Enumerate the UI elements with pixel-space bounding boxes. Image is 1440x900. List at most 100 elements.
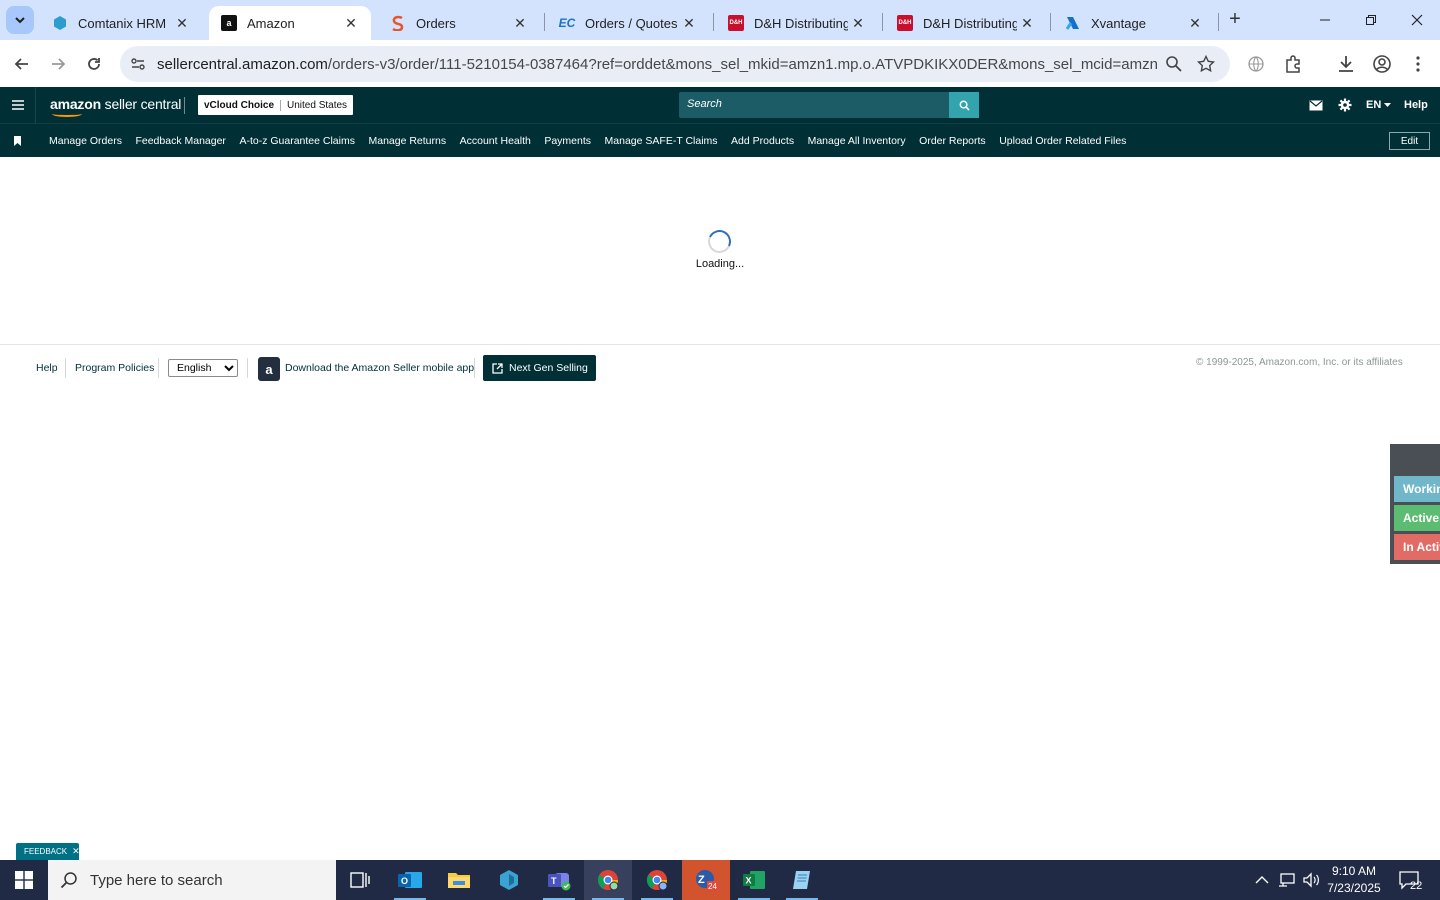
taskbar-clock[interactable]: 9:10 AM 7/23/2025	[1320, 863, 1388, 897]
minimize-icon[interactable]	[1302, 0, 1348, 40]
browser-tab[interactable]: Orders ✕	[378, 6, 540, 40]
footer-language-select[interactable]: English	[168, 359, 238, 377]
browser-tab-active[interactable]: a Amazon ✕	[209, 6, 371, 40]
search-button[interactable]	[949, 92, 979, 118]
browser-tab[interactable]: D&H D&H Distributing ✕	[885, 6, 1047, 40]
outlook-icon[interactable]: O	[386, 860, 434, 900]
xvantage-icon	[1065, 15, 1081, 31]
footer-separator	[247, 358, 248, 378]
close-tab-icon[interactable]: ✕	[1185, 13, 1205, 33]
close-feedback-icon[interactable]: ✕	[72, 846, 80, 857]
close-tab-icon[interactable]: ✕	[510, 13, 530, 33]
close-window-icon[interactable]	[1394, 0, 1440, 40]
status-inactive-button[interactable]: In Active	[1394, 534, 1440, 560]
status-working-button[interactable]: Working	[1394, 476, 1440, 502]
clock-date: 7/23/2025	[1327, 881, 1381, 895]
new-tab-icon[interactable]: +	[1224, 8, 1246, 30]
close-tab-icon[interactable]: ✕	[848, 13, 868, 33]
zoho-cliq-icon[interactable]: Z 24	[682, 860, 730, 900]
nav-link-manage-inventory[interactable]: Manage All Inventory	[808, 135, 906, 147]
task-view-icon[interactable]	[336, 860, 384, 900]
language-code: EN	[1366, 99, 1382, 111]
taskbar-search-input[interactable]: Type here to search	[90, 872, 223, 889]
footer-program-policies-link[interactable]: Program Policies	[75, 362, 154, 374]
feedback-tab[interactable]: FEEDBACK ✕	[16, 843, 80, 860]
browser-tab[interactable]: Xvantage ✕	[1053, 6, 1215, 40]
url-host: sellercentral.amazon.com	[157, 56, 328, 73]
tab-title: Comtanix HRM	[78, 15, 167, 31]
tab-search-dropdown[interactable]	[6, 6, 34, 34]
close-tab-icon[interactable]: ✕	[679, 13, 699, 33]
header-search[interactable]: Search	[679, 92, 979, 118]
site-info-icon[interactable]	[130, 56, 146, 72]
windows-start-icon[interactable]	[0, 860, 48, 900]
nav-link-order-reports[interactable]: Order Reports	[919, 135, 986, 147]
edit-nav-button[interactable]: Edit	[1389, 132, 1430, 150]
taskbar-search[interactable]: Type here to search	[48, 860, 336, 900]
extensions-icon[interactable]	[1281, 52, 1305, 76]
close-tab-icon[interactable]: ✕	[172, 13, 192, 33]
restore-icon[interactable]	[1348, 0, 1394, 40]
reload-icon[interactable]	[80, 50, 108, 78]
bookmark-star-icon[interactable]	[1197, 55, 1215, 73]
network-icon[interactable]	[1278, 860, 1296, 900]
tab-separator	[882, 13, 883, 31]
mail-icon[interactable]	[1309, 87, 1323, 123]
nav-link-safe-t-claims[interactable]: Manage SAFE-T Claims	[605, 135, 718, 147]
account-switcher[interactable]: vCloud Choice United States	[198, 95, 354, 115]
teams-icon[interactable]: T	[535, 860, 583, 900]
globe-icon[interactable]	[1244, 52, 1268, 76]
next-gen-selling-label: Next Gen Selling	[509, 362, 588, 374]
hamburger-menu-icon[interactable]	[0, 87, 36, 123]
tab-title: Orders / Quotes S	[585, 15, 679, 31]
forward-icon[interactable]	[44, 50, 72, 78]
browser-tab[interactable]: D&H D&H Distributing ✕	[716, 6, 878, 40]
help-link[interactable]: Help	[1404, 87, 1428, 123]
notepad-icon[interactable]	[778, 860, 826, 900]
close-tab-icon[interactable]: ✕	[341, 13, 361, 33]
profile-icon[interactable]	[1370, 52, 1394, 76]
excel-icon[interactable]: X	[730, 860, 778, 900]
bookmark-icon[interactable]	[13, 136, 22, 146]
download-icon[interactable]	[1334, 52, 1358, 76]
nav-link-manage-returns[interactable]: Manage Returns	[368, 135, 446, 147]
seller-central-logo[interactable]: amazon seller central	[50, 96, 181, 117]
seller-central-header: amazon seller central vCloud Choice Unit…	[0, 87, 1440, 123]
nav-link-payments[interactable]: Payments	[544, 135, 591, 147]
marketplace-name: United States	[287, 99, 348, 111]
chrome-profile-2-icon[interactable]	[633, 860, 681, 900]
mobile-app-link[interactable]: Download the Amazon Seller mobile app	[285, 362, 474, 374]
notification-center-icon[interactable]: 22	[1398, 860, 1422, 900]
zoom-icon[interactable]	[1165, 55, 1183, 73]
browser-tab[interactable]: EC Orders / Quotes S ✕	[547, 6, 709, 40]
back-icon[interactable]	[8, 50, 36, 78]
tab-title: D&H Distributing	[754, 15, 848, 31]
kebab-menu-icon[interactable]	[1406, 52, 1430, 76]
hexagon-app-icon[interactable]	[485, 860, 533, 900]
close-tab-icon[interactable]: ✕	[1017, 13, 1037, 33]
tab-separator	[713, 13, 714, 31]
tab-separator	[544, 13, 545, 31]
nav-link-a-to-z-claims[interactable]: A-to-z Guarantee Claims	[239, 135, 355, 147]
account-name: vCloud Choice	[198, 99, 282, 111]
address-bar[interactable]: sellercentral.amazon.com/orders-v3/order…	[120, 46, 1230, 82]
browser-tab-strip: Comtanix HRM ✕ a Amazon ✕ Orders ✕ EC Or…	[0, 0, 1440, 40]
nav-link-upload-order-files[interactable]: Upload Order Related Files	[999, 135, 1126, 147]
browser-tab[interactable]: Comtanix HRM ✕	[40, 6, 202, 40]
language-selector[interactable]: EN	[1366, 87, 1392, 123]
settings-gear-icon[interactable]	[1338, 87, 1352, 123]
amazon-app-icon[interactable]: a	[258, 357, 280, 381]
footer-help-link[interactable]: Help	[36, 362, 58, 374]
nav-link-manage-orders[interactable]: Manage Orders	[49, 135, 122, 147]
nav-link-add-products[interactable]: Add Products	[731, 135, 794, 147]
show-hidden-icons-icon[interactable]	[1255, 860, 1269, 900]
volume-icon[interactable]	[1302, 860, 1320, 900]
nav-link-account-health[interactable]: Account Health	[460, 135, 531, 147]
file-explorer-icon[interactable]	[435, 860, 483, 900]
svg-text:X: X	[746, 876, 752, 886]
status-active-button[interactable]: Active	[1394, 505, 1440, 531]
chrome-profile-1-icon[interactable]	[584, 860, 632, 900]
next-gen-selling-button[interactable]: Next Gen Selling	[483, 355, 596, 381]
nav-link-feedback-manager[interactable]: Feedback Manager	[135, 135, 225, 147]
search-input[interactable]: Search	[687, 98, 722, 110]
